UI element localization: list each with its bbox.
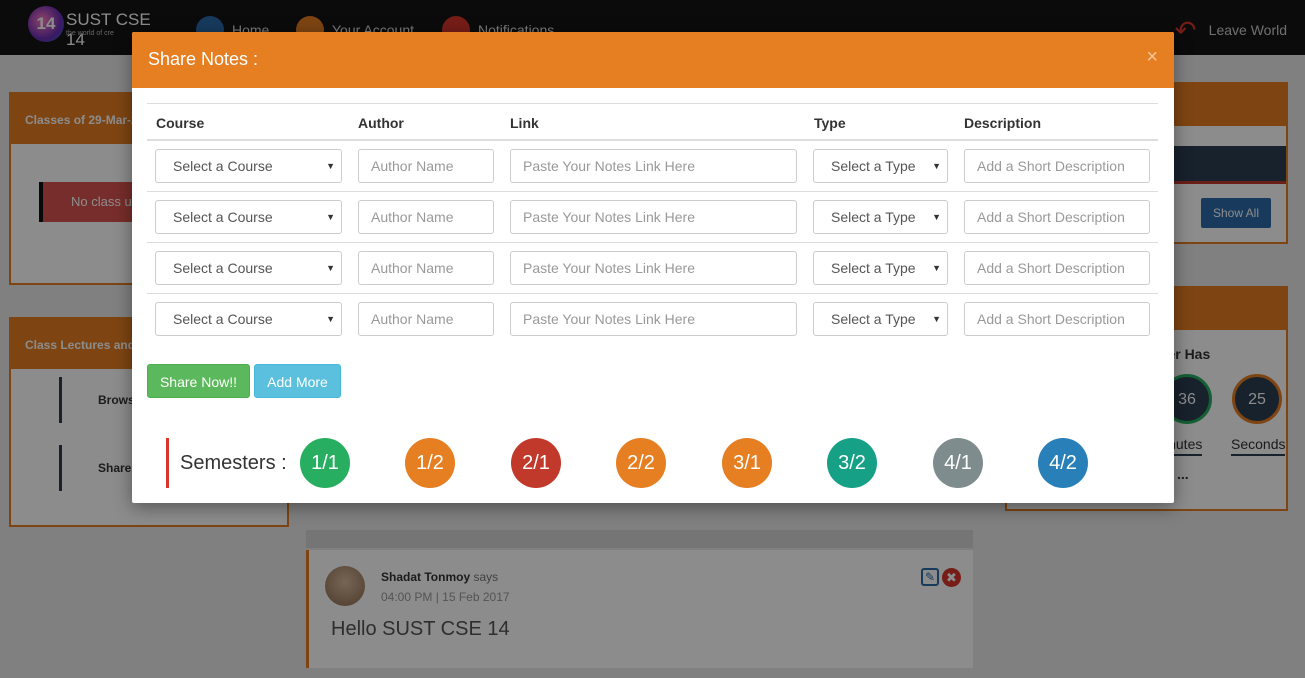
caret-down-icon: ▼ [326,263,335,273]
type-select-value: Select a Type [831,209,916,225]
course-select[interactable]: Select a Course ▼ [155,200,342,234]
semester-4-1[interactable]: 4/1 [933,438,983,488]
notes-table: Course Author Link Type Description Sele… [147,103,1158,345]
course-select[interactable]: Select a Course ▼ [155,251,342,285]
semester-2-2[interactable]: 2/2 [616,438,666,488]
link-input[interactable]: Paste Your Notes Link Here [510,200,797,234]
link-input[interactable]: Paste Your Notes Link Here [510,251,797,285]
table-row: Select a Course ▼ Author Name Paste Your … [147,294,1158,345]
course-select-value: Select a Course [173,158,273,174]
caret-down-icon: ▼ [326,314,335,324]
share-notes-modal: Share Notes : × Course Author Link Type … [132,32,1174,503]
course-select-value: Select a Course [173,311,273,327]
description-input[interactable]: Add a Short Description [964,251,1150,285]
modal-title: Share Notes : [148,49,259,69]
semester-1-1[interactable]: 1/1 [300,438,350,488]
semesters-accent-bar [166,438,169,488]
column-author: Author [358,115,404,131]
caret-down-icon: ▼ [932,263,941,273]
table-row: Select a Course ▼ Author Name Paste Your … [147,141,1158,192]
type-select-value: Select a Type [831,260,916,276]
course-select[interactable]: Select a Course ▼ [155,302,342,336]
author-input[interactable]: Author Name [358,200,494,234]
description-input[interactable]: Add a Short Description [964,302,1150,336]
type-select-value: Select a Type [831,158,916,174]
modal-header: Share Notes : × [132,32,1174,88]
type-select-value: Select a Type [831,311,916,327]
link-input[interactable]: Paste Your Notes Link Here [510,149,797,183]
share-now-button[interactable]: Share Now!! [147,364,250,398]
caret-down-icon: ▼ [932,314,941,324]
semester-3-2[interactable]: 3/2 [827,438,877,488]
table-row: Select a Course ▼ Author Name Paste Your … [147,243,1158,294]
type-select[interactable]: Select a Type ▼ [813,302,948,336]
caret-down-icon: ▼ [932,161,941,171]
course-select-value: Select a Course [173,209,273,225]
course-select[interactable]: Select a Course ▼ [155,149,342,183]
link-input[interactable]: Paste Your Notes Link Here [510,302,797,336]
caret-down-icon: ▼ [326,212,335,222]
course-select-value: Select a Course [173,260,273,276]
semester-2-1[interactable]: 2/1 [511,438,561,488]
table-row: Select a Course ▼ Author Name Paste Your … [147,192,1158,243]
column-type: Type [814,115,846,131]
semesters-label: Semesters : [180,452,287,474]
author-input[interactable]: Author Name [358,251,494,285]
column-description: Description [964,115,1042,131]
close-icon[interactable]: × [1146,46,1158,69]
notes-table-header: Course Author Link Type Description [147,103,1158,141]
column-link: Link [510,115,539,131]
caret-down-icon: ▼ [932,212,941,222]
semester-1-2[interactable]: 1/2 [405,438,455,488]
author-input[interactable]: Author Name [358,302,494,336]
description-input[interactable]: Add a Short Description [964,149,1150,183]
author-input[interactable]: Author Name [358,149,494,183]
type-select[interactable]: Select a Type ▼ [813,251,948,285]
caret-down-icon: ▼ [326,161,335,171]
type-select[interactable]: Select a Type ▼ [813,200,948,234]
type-select[interactable]: Select a Type ▼ [813,149,948,183]
description-input[interactable]: Add a Short Description [964,200,1150,234]
add-more-button[interactable]: Add More [254,364,341,398]
semester-4-2[interactable]: 4/2 [1038,438,1088,488]
semester-3-1[interactable]: 3/1 [722,438,772,488]
column-course: Course [156,115,205,131]
